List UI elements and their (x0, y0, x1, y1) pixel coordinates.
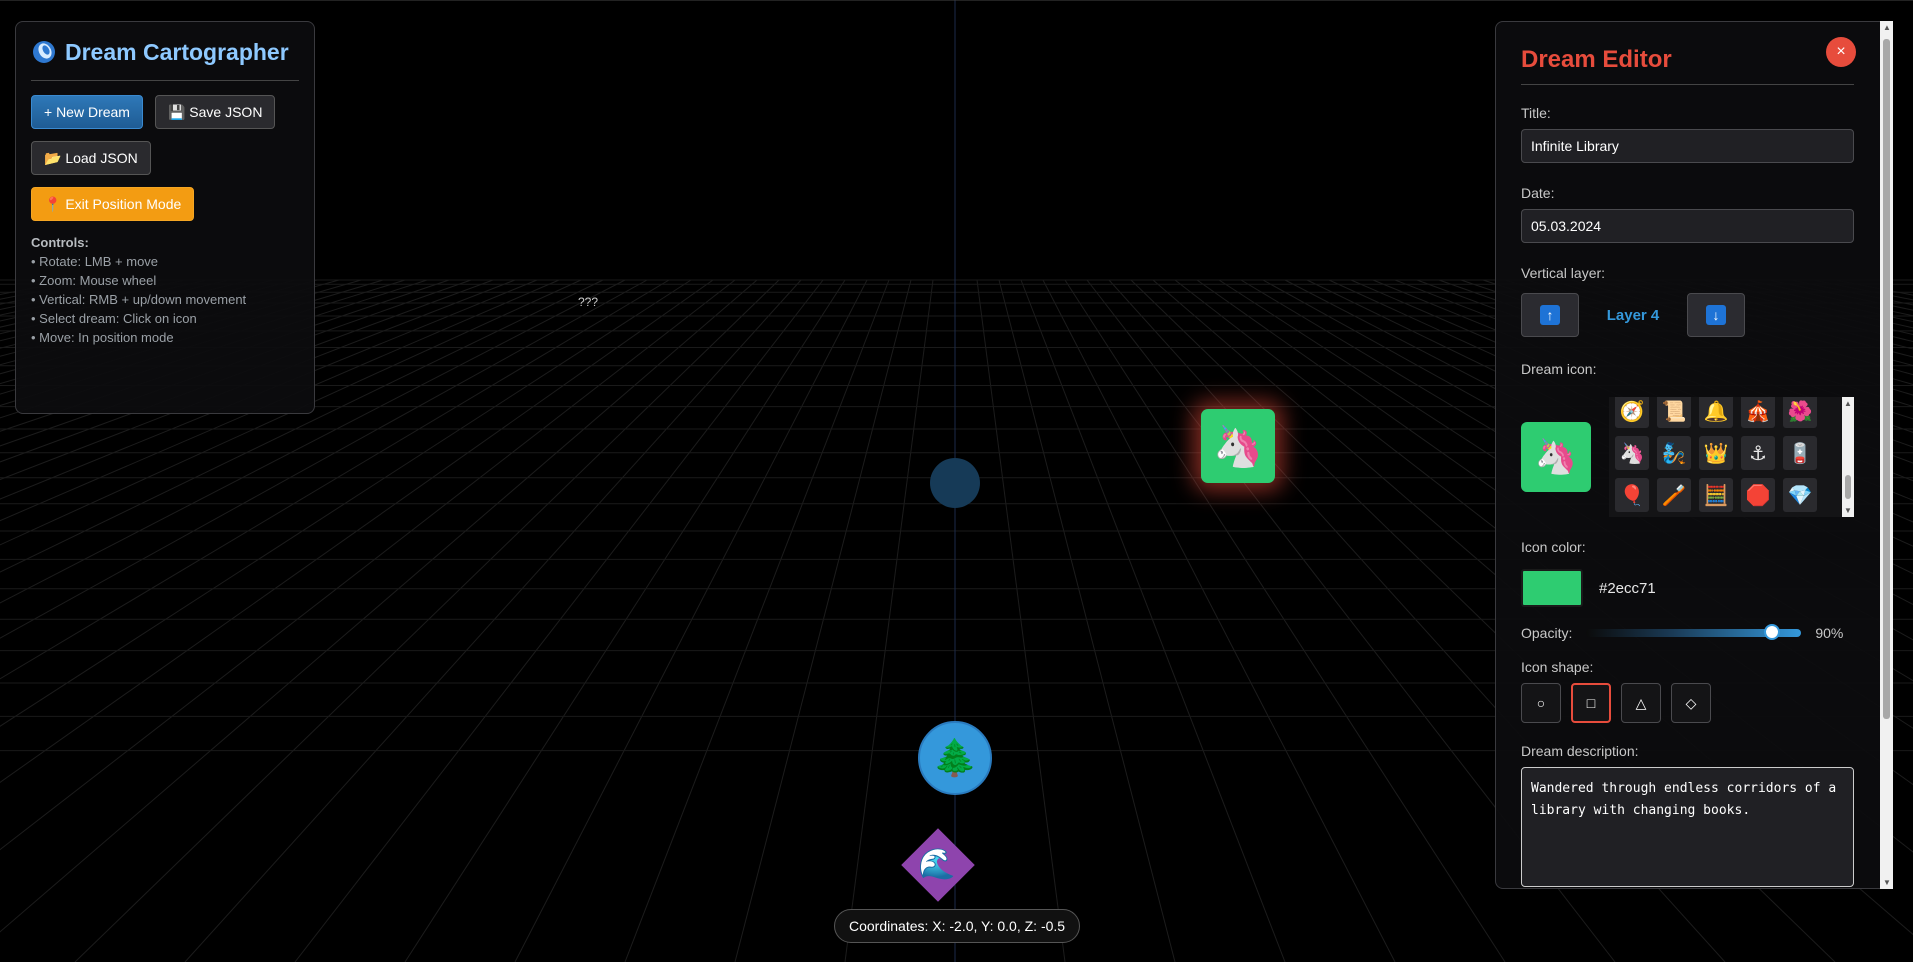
app-header: Dream Cartographer (31, 36, 299, 81)
slider-knob[interactable] (1763, 624, 1780, 640)
icon-label: Dream icon: (1521, 361, 1597, 377)
icon-option[interactable]: 👑 (1699, 436, 1733, 470)
exit-position-mode-button[interactable]: 📍 Exit Position Mode (31, 187, 195, 221)
dream-marker-unicorn[interactable]: 🦄 (1201, 409, 1275, 483)
editor-scrollbar[interactable]: ▲ ▼ (1880, 21, 1893, 889)
grid-line (624, 279, 890, 962)
scrollbar-thumb[interactable] (1883, 39, 1890, 719)
icon-option[interactable]: 🧭 (1615, 397, 1649, 428)
scroll-up-icon[interactable]: ▲ (1844, 399, 1852, 408)
grid-line (998, 279, 1176, 962)
layer-up-button[interactable]: ↑ (1521, 293, 1579, 337)
opacity-label: Opacity: (1521, 625, 1573, 641)
opacity-row: Opacity: 90% (1521, 624, 1854, 641)
tree-icon: 🌲 (932, 737, 978, 778)
icon-option[interactable]: 🦄 (1615, 436, 1649, 470)
new-dream-button[interactable]: + New Dream (31, 95, 143, 129)
icon-option[interactable]: ⚓ (1741, 436, 1775, 470)
wave-icon: 🌊 (918, 847, 956, 881)
color-hex-value: #2ecc71 (1599, 579, 1656, 597)
unknown-label: ??? (578, 295, 599, 309)
unicorn-icon: 🦄 (1534, 438, 1578, 476)
layer-value: Layer 4 (1606, 306, 1660, 324)
scroll-up-icon[interactable]: ▲ (1883, 23, 1891, 32)
coordinates-readout: Coordinates: X: -2.0, Y: 0.0, Z: -0.5 (834, 909, 1081, 943)
opacity-slider[interactable] (1586, 624, 1802, 640)
grid-line (976, 279, 1066, 962)
layer-label: Vertical layer: (1521, 265, 1606, 281)
selected-icon-preview: 🦄 (1521, 422, 1591, 492)
dream-editor-panel: × Dream Editor Title: Infinite Library D… (1495, 21, 1888, 889)
description-label: Dream description: (1521, 743, 1639, 759)
shape-selector: ○ □ △ ◇ (1521, 683, 1854, 723)
layer-down-button[interactable]: ↓ (1687, 293, 1745, 337)
icon-option[interactable]: 🎈 (1615, 478, 1649, 512)
dream-logo-icon (33, 41, 55, 63)
close-button[interactable]: × (1826, 37, 1856, 67)
circle-shape-button[interactable]: ○ (1521, 683, 1561, 723)
icon-option[interactable]: 🛑 (1741, 478, 1775, 512)
controls-item: • Rotate: LMB + move (31, 254, 159, 269)
grid-line (734, 279, 912, 962)
icon-picker: 🦄 🧭 📜 🔔 🎪 🌺 🦄 🧞 👑 ⚓ 🪫 🎈 🪥 🧮 🛑 💎 ▲ ▼ (1521, 397, 1854, 517)
arrow-down-icon: ↓ (1706, 305, 1726, 325)
scrollbar-thumb[interactable] (1845, 475, 1851, 499)
icon-option[interactable]: 🌺 (1783, 397, 1817, 428)
grid-line (404, 279, 846, 962)
grid-line (294, 279, 824, 962)
description-textarea[interactable]: Wandered through endless corridors of a … (1521, 767, 1854, 887)
controls-item: • Vertical: RMB + up/down movement (31, 292, 247, 307)
load-json-button[interactable]: 📂 Load JSON (31, 141, 151, 175)
icon-option[interactable]: 🧞 (1657, 436, 1691, 470)
icon-option[interactable]: 🧮 (1699, 478, 1733, 512)
controls-item: • Select dream: Click on icon (31, 311, 197, 326)
date-input[interactable]: 05.03.2024 (1521, 209, 1854, 243)
unicorn-icon: 🦄 (1213, 424, 1263, 469)
dream-marker-wave[interactable]: 🌊 (900, 827, 975, 902)
icon-grid-scrollbar[interactable]: ▲ ▼ (1842, 397, 1854, 517)
icon-option[interactable]: 🎪 (1741, 397, 1775, 428)
scroll-down-icon[interactable]: ▼ (1883, 878, 1891, 887)
grid-line (1064, 279, 1506, 962)
icon-option[interactable]: 🔔 (1699, 397, 1733, 428)
color-row: #2ecc71 (1521, 569, 1854, 607)
title-input[interactable]: Infinite Library (1521, 129, 1854, 163)
title-label: Title: (1521, 105, 1551, 121)
diamond-shape-button[interactable]: ◇ (1671, 683, 1711, 723)
app-title: Dream Cartographer (65, 39, 289, 65)
icon-grid-container[interactable]: 🧭 📜 🔔 🎪 🌺 🦄 🧞 👑 ⚓ 🪫 🎈 🪥 🧮 🛑 💎 ▲ ▼ (1609, 397, 1854, 517)
color-label: Icon color: (1521, 539, 1586, 555)
controls-item: • Zoom: Mouse wheel (31, 273, 157, 288)
layer-controls: ↑ Layer 4 ↓ (1521, 293, 1854, 337)
date-label: Date: (1521, 185, 1555, 201)
controls-item: • Move: In position mode (31, 330, 174, 345)
icon-option[interactable]: 🪥 (1657, 478, 1691, 512)
icon-grid: 🧭 📜 🔔 🎪 🌺 🦄 🧞 👑 ⚓ 🪫 🎈 🪥 🧮 🛑 💎 (1609, 397, 1817, 512)
controls-heading: Controls: (31, 235, 89, 250)
opacity-value: 90% (1815, 625, 1844, 641)
grid-line (1020, 279, 1286, 962)
arrow-up-icon: ↑ (1540, 305, 1560, 325)
control-panel: Dream Cartographer + New Dream 💾 Save JS… (15, 21, 315, 414)
editor-title: Dream Editor (1521, 46, 1854, 85)
scroll-down-icon[interactable]: ▼ (1844, 506, 1852, 515)
color-swatch[interactable] (1521, 569, 1583, 607)
icon-option[interactable]: 🪫 (1783, 436, 1817, 470)
save-json-button[interactable]: 💾 Save JSON (154, 95, 276, 129)
shape-label: Icon shape: (1521, 659, 1594, 675)
controls-help: Controls: • Rotate: LMB + move • Zoom: M… (31, 233, 299, 347)
icon-option[interactable]: 💎 (1783, 478, 1817, 512)
dream-marker-tree[interactable]: 🌲 (918, 721, 992, 795)
square-shape-button[interactable]: □ (1571, 683, 1611, 723)
icon-option[interactable]: 📜 (1657, 397, 1691, 428)
dream-marker-faded[interactable] (930, 458, 980, 508)
triangle-shape-button[interactable]: △ (1621, 683, 1661, 723)
